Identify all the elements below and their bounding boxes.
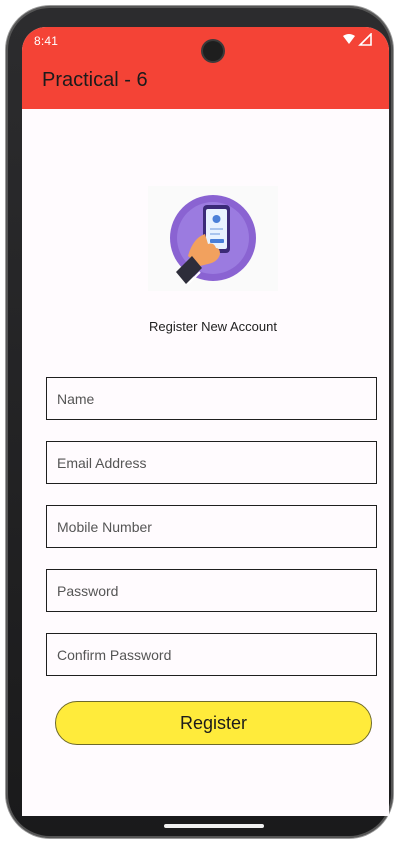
front-camera (203, 41, 223, 61)
app-bar: Practical - 6 (22, 55, 389, 109)
home-indicator[interactable] (164, 824, 264, 828)
form-subtitle: Register New Account (149, 319, 277, 334)
status-icons (343, 33, 372, 46)
mobile-field[interactable] (46, 505, 377, 548)
signal-icon (358, 33, 372, 46)
app-title: Practical - 6 (42, 69, 148, 91)
phone-in-hand-icon (148, 186, 278, 291)
navigation-bar (22, 816, 389, 836)
name-input[interactable] (47, 378, 376, 419)
register-button[interactable]: Register (55, 701, 372, 745)
wifi-icon (343, 34, 355, 44)
password-field[interactable] (46, 569, 377, 612)
phone-frame: 8:41 Practical - 6 Register New Account … (6, 6, 393, 838)
email-field[interactable] (46, 441, 377, 484)
register-form: Register New Account Register (22, 109, 389, 816)
mobile-input[interactable] (47, 506, 376, 547)
email-input[interactable] (47, 442, 376, 483)
password-input[interactable] (47, 570, 376, 611)
status-time: 8:41 (34, 34, 59, 48)
phone-screen: 8:41 Practical - 6 Register New Account … (22, 27, 389, 816)
confirm-password-input[interactable] (47, 634, 376, 675)
name-field[interactable] (46, 377, 377, 420)
confirm-password-field[interactable] (46, 633, 377, 676)
